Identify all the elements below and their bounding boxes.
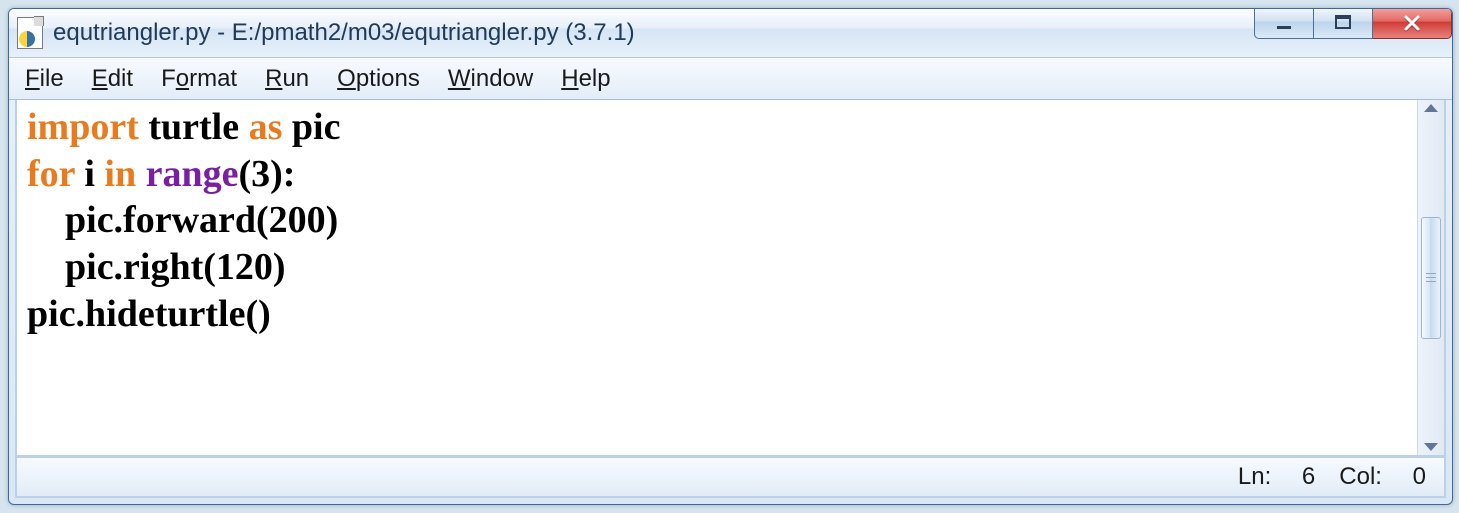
menu-edit[interactable]: Edit: [92, 65, 133, 93]
menu-run[interactable]: Run: [265, 65, 309, 93]
status-col: Col: 0: [1339, 463, 1426, 491]
scroll-track[interactable]: [1418, 112, 1444, 443]
code-line-3: pic.forward(200): [65, 199, 338, 241]
tok-alias: pic: [292, 106, 341, 148]
kw-in: in: [104, 153, 136, 195]
tok-var: i: [84, 153, 95, 195]
code-line-5: pic.hideturtle(): [27, 293, 271, 335]
menu-file[interactable]: File: [25, 65, 64, 93]
builtin-range: range: [146, 153, 239, 195]
maximize-icon: [1334, 14, 1352, 32]
kw-as: as: [249, 106, 283, 148]
menu-format[interactable]: Format: [161, 65, 237, 93]
kw-for: for: [27, 153, 75, 195]
window-title: equtriangler.py - E:/pmath2/m03/equtrian…: [53, 19, 1254, 47]
titlebar[interactable]: equtriangler.py - E:/pmath2/m03/equtrian…: [9, 9, 1452, 58]
menu-options[interactable]: Options: [337, 65, 420, 93]
menubar: File Edit Format Run Options Window Help: [9, 58, 1452, 100]
scroll-down-arrow-icon[interactable]: [1424, 443, 1438, 451]
kw-import: import: [27, 106, 139, 148]
status-line: Ln: 6: [1238, 463, 1315, 491]
python-file-icon: [17, 17, 43, 49]
close-icon: [1402, 13, 1422, 33]
code-editor[interactable]: import turtle as pic for i in range(3): …: [17, 100, 1417, 455]
vertical-scrollbar[interactable]: [1417, 100, 1444, 455]
maximize-button[interactable]: [1314, 8, 1373, 39]
code-line-4: pic.right(120): [65, 246, 286, 288]
window-controls: [1254, 9, 1452, 57]
editor-client-area: import turtle as pic for i in range(3): …: [15, 100, 1446, 457]
menu-help[interactable]: Help: [561, 65, 610, 93]
scroll-up-arrow-icon[interactable]: [1424, 104, 1438, 112]
tok-module: turtle: [148, 106, 239, 148]
scroll-thumb[interactable]: [1421, 217, 1441, 339]
minimize-icon: [1275, 14, 1293, 32]
tok-args: (3):: [238, 153, 295, 195]
idle-editor-window: equtriangler.py - E:/pmath2/m03/equtrian…: [8, 8, 1453, 505]
menu-window[interactable]: Window: [448, 65, 533, 93]
statusbar: Ln: 6 Col: 0: [15, 457, 1446, 498]
close-button[interactable]: [1373, 8, 1452, 39]
minimize-button[interactable]: [1254, 8, 1314, 39]
